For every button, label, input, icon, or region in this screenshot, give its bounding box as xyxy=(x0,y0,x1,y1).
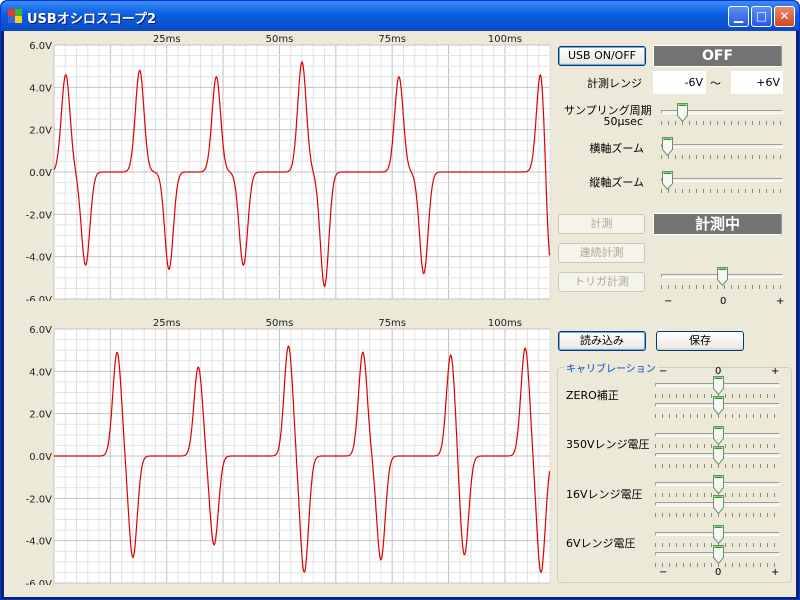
y-tick-label: -2.0V xyxy=(26,210,53,221)
maximize-icon: □ xyxy=(755,9,768,23)
plot-2-svg: 25ms 50ms 75ms 100ms 6.0V 4.0V 2.0V 0.0V -2.0V -4… xyxy=(4,315,554,585)
range-max-field: +6V xyxy=(731,71,783,94)
trigger-plus-label: + xyxy=(776,296,785,307)
slider-thumb[interactable] xyxy=(712,396,724,415)
app-window: USBオシロスコープ2 ▁ □ ✕ 25ms 50ms 75ms 100ms 6.0V 4… xyxy=(0,0,800,600)
cal-zero-label: ZERO補正 xyxy=(566,389,619,402)
y-tick-label: 2.0V xyxy=(29,126,52,137)
cal-16v-slider-1[interactable] xyxy=(655,475,780,497)
cal-zero-slider-1[interactable] xyxy=(655,376,780,398)
usb-onoff-button[interactable]: USB ON/OFF xyxy=(558,46,646,66)
cal-16v-label: 16Vレンジ電圧 xyxy=(566,488,643,501)
waveform-plot-1[interactable]: 25ms 50ms 75ms 100ms 6.0V 4.0V 2.0V 0.0V -2.0V -4… xyxy=(4,31,554,301)
range-min-field: -6V xyxy=(653,71,706,94)
range-separator: 〜 xyxy=(710,77,721,90)
connection-status-panel: OFF xyxy=(653,45,782,67)
x-tick-label: 100ms xyxy=(488,34,522,45)
slider-thumb[interactable] xyxy=(712,525,724,544)
waveform-plot-2[interactable]: 25ms 50ms 75ms 100ms 6.0V 4.0V 2.0V 0.0V -2.0V -4… xyxy=(4,315,554,585)
range-label: 計測レンジ xyxy=(587,77,642,90)
maximize-button[interactable]: □ xyxy=(751,6,772,27)
y-tick-label: 2.0V xyxy=(29,410,52,421)
slider-thumb[interactable] xyxy=(712,426,724,445)
y-tick-label: -4.0V xyxy=(26,253,53,264)
y-tick-label: -6.0V xyxy=(26,295,53,301)
slider-thumb[interactable] xyxy=(712,495,724,514)
trigger-minus-label: − xyxy=(664,296,673,307)
slider-track xyxy=(661,144,783,148)
x-tick-label: 75ms xyxy=(378,318,406,329)
trigger-slider[interactable] xyxy=(661,267,783,289)
slider-ticks xyxy=(661,189,783,193)
cal-350v-slider-1[interactable] xyxy=(655,426,780,448)
measure-button[interactable]: 計測 xyxy=(558,214,645,234)
continuous-measure-button[interactable]: 連続計測 xyxy=(558,243,645,263)
app-icon xyxy=(8,9,22,23)
vzoom-label: 縦軸ズーム xyxy=(589,176,644,189)
close-icon: ✕ xyxy=(779,9,790,23)
y-tick-label: 4.0V xyxy=(29,83,52,94)
sampling-value: 50μsec xyxy=(603,115,643,128)
sampling-slider[interactable] xyxy=(661,103,783,125)
cal-scale-minus-bottom: − xyxy=(659,567,668,578)
slider-ticks xyxy=(661,155,783,159)
client-area: 25ms 50ms 75ms 100ms 6.0V 4.0V 2.0V 0.0V -2.0V -4… xyxy=(4,31,796,597)
slider-track xyxy=(661,178,783,182)
cal-350v-label: 350Vレンジ電圧 xyxy=(566,438,650,451)
vzoom-slider[interactable] xyxy=(661,171,783,193)
plot-1-svg: 25ms 50ms 75ms 100ms 6.0V 4.0V 2.0V 0.0V -2.0V -4… xyxy=(4,31,554,301)
hzoom-label: 横軸ズーム xyxy=(589,142,644,155)
cal-350v-slider-2[interactable] xyxy=(655,446,780,468)
measuring-status-panel: 計測中 xyxy=(653,213,782,235)
y-tick-label: -6.0V xyxy=(26,579,53,585)
slider-thumb[interactable] xyxy=(712,376,724,395)
x-tick-label: 25ms xyxy=(153,318,181,329)
close-button[interactable]: ✕ xyxy=(774,6,795,27)
slider-thumb[interactable] xyxy=(717,267,728,286)
cal-zero-slider-2[interactable] xyxy=(655,396,780,418)
hzoom-slider[interactable] xyxy=(661,137,783,159)
y-tick-label: -4.0V xyxy=(26,537,53,548)
title-bar[interactable]: USBオシロスコープ2 ▁ □ ✕ xyxy=(1,1,799,31)
calibration-title: キャリブレーション xyxy=(564,360,658,375)
slider-thumb[interactable] xyxy=(662,171,673,190)
cal-scale-plus-bottom: + xyxy=(771,567,780,578)
cal-16v-slider-2[interactable] xyxy=(655,495,780,517)
trigger-zero-label: 0 xyxy=(720,296,727,307)
cal-6v-label: 6Vレンジ電圧 xyxy=(566,537,636,550)
window-title: USBオシロスコープ2 xyxy=(27,12,157,27)
minimize-button[interactable]: ▁ xyxy=(728,6,749,27)
y-tick-label: 6.0V xyxy=(29,41,52,52)
slider-thumb[interactable] xyxy=(712,475,724,494)
load-button[interactable]: 読み込み xyxy=(558,331,646,351)
slider-thumb[interactable] xyxy=(712,545,724,564)
x-tick-label: 25ms xyxy=(153,34,181,45)
y-tick-label: 0.0V xyxy=(29,168,52,179)
slider-thumb[interactable] xyxy=(677,103,689,122)
y-tick-label: 4.0V xyxy=(29,367,52,378)
y-tick-label: 6.0V xyxy=(29,325,52,336)
y-tick-label: -2.0V xyxy=(26,494,53,505)
cal-6v-slider-1[interactable] xyxy=(655,525,780,547)
x-tick-label: 100ms xyxy=(488,318,522,329)
x-tick-label: 50ms xyxy=(266,318,294,329)
trigger-measure-button[interactable]: トリガ計測 xyxy=(558,272,645,292)
y-tick-label: 0.0V xyxy=(29,452,52,463)
x-tick-label: 50ms xyxy=(266,34,294,45)
cal-6v-slider-2[interactable] xyxy=(655,545,780,567)
save-button[interactable]: 保存 xyxy=(656,331,744,351)
x-tick-label: 75ms xyxy=(378,34,406,45)
slider-thumb[interactable] xyxy=(662,137,673,156)
slider-thumb[interactable] xyxy=(712,446,724,465)
minimize-icon: ▁ xyxy=(733,9,744,23)
cal-scale-zero-bottom: 0 xyxy=(715,567,722,578)
calibration-group: キャリブレーション − 0 + ZERO補正 350Vレンジ電圧 16Vレンジ電… xyxy=(557,360,792,583)
